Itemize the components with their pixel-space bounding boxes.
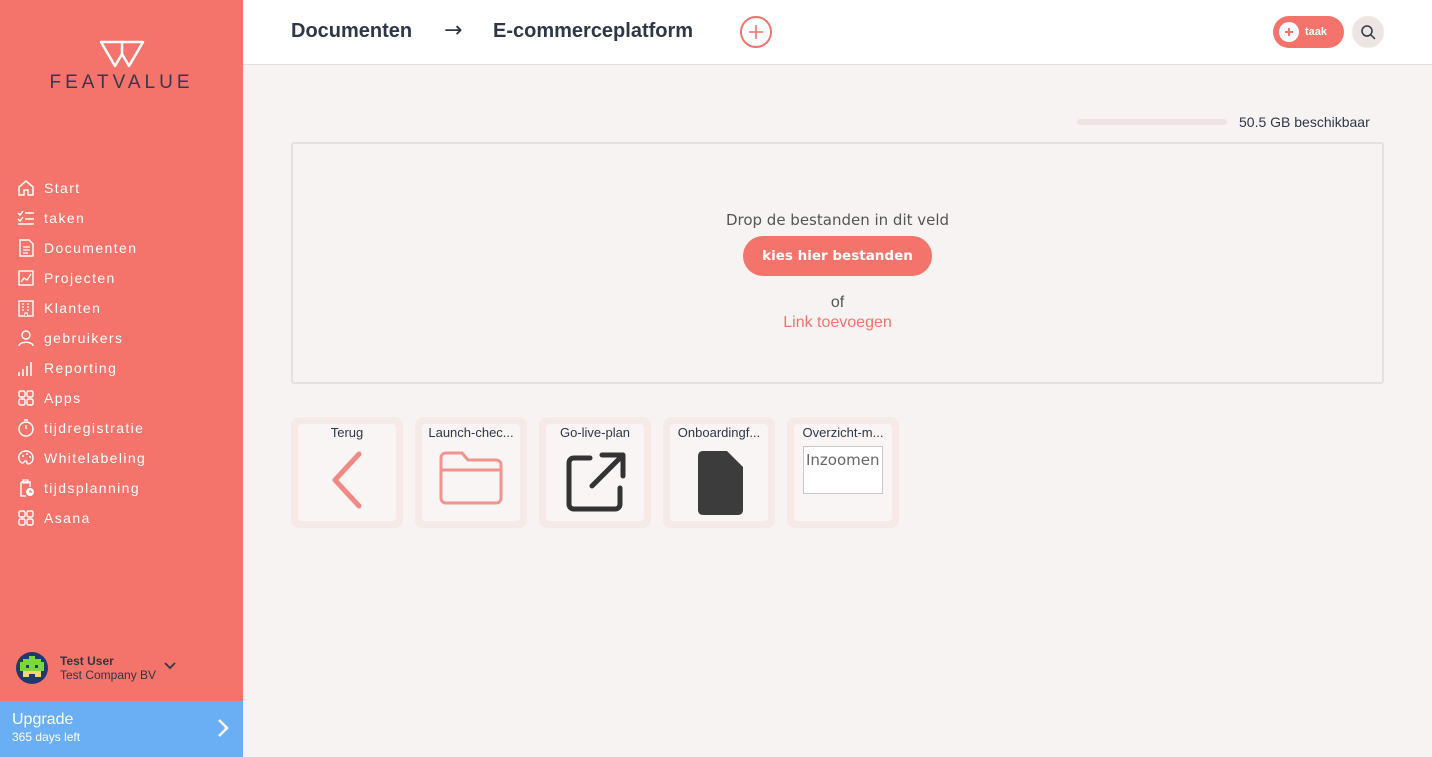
breadcrumb-current: E-commerceplatform (493, 20, 694, 42)
sidebar-item-label: Apps (44, 390, 82, 406)
add-task-label: taak (1305, 26, 1328, 38)
user-icon (16, 328, 36, 348)
tile-name: Terug (330, 425, 364, 440)
apps-icon (16, 508, 36, 528)
storage-indicator: 50.5 GB beschikbaar (1077, 114, 1370, 130)
logo-mark-icon (99, 40, 144, 68)
add-link-button[interactable]: Link toevoegen (293, 314, 1382, 332)
sidebar-nav: Start taken Documenten Projecten Klanten (16, 173, 146, 533)
sidebar-item-asana[interactable]: Asana (16, 503, 146, 533)
tile-folder[interactable]: Launch-chec... (415, 417, 527, 528)
sidebar-item-label: Projecten (44, 270, 116, 286)
apps-icon (16, 388, 36, 408)
chevron-down-icon[interactable] (164, 655, 176, 674)
tile-name: Go-live-plan (559, 425, 631, 440)
clipboard-clock-icon (16, 478, 36, 498)
bar-chart-icon (16, 358, 36, 378)
add-task-button[interactable]: taak (1273, 16, 1344, 48)
sidebar-item-documenten[interactable]: Documenten (16, 233, 146, 263)
tile-file[interactable]: Onboardingf... (663, 417, 775, 528)
sidebar-item-tijdsplanning[interactable]: tijdsplanning (16, 473, 146, 503)
checklist-icon (16, 208, 36, 228)
folder-icon (422, 450, 520, 506)
palette-icon (16, 448, 36, 468)
sidebar-item-reporting[interactable]: Reporting (16, 353, 146, 383)
breadcrumb-arrow: → (444, 18, 463, 43)
sidebar-item-tijdregistratie[interactable]: tijdregistratie (16, 413, 146, 443)
sidebar-item-whitelabeling[interactable]: Whitelabeling (16, 443, 146, 473)
sidebar-item-label: taken (44, 210, 86, 226)
user-name: Test User (60, 654, 114, 668)
sidebar-item-klanten[interactable]: Klanten (16, 293, 146, 323)
sidebar-item-projecten[interactable]: Projecten (16, 263, 146, 293)
upgrade-banner[interactable]: Upgrade 365 days left (0, 701, 243, 757)
add-button[interactable] (740, 16, 772, 48)
dropzone-or: of (830, 294, 845, 311)
sidebar-item-label: tijdsplanning (44, 480, 141, 496)
plus-icon (749, 25, 763, 39)
tile-link[interactable]: Go-live-plan (539, 417, 651, 528)
sidebar-item-start[interactable]: Start (16, 173, 146, 203)
sidebar-item-gebruikers[interactable]: gebruikers (16, 323, 146, 353)
user-company: Test Company BV (60, 668, 157, 682)
chevron-right-icon (217, 718, 229, 742)
image-thumbnail[interactable]: Inzoomen (803, 446, 883, 494)
building-icon (16, 298, 36, 318)
logo[interactable]: FEATVALUE (0, 40, 243, 94)
thumbnail-alt-text: Inzoomen (806, 451, 880, 469)
sidebar-item-label: Whitelabeling (44, 450, 147, 466)
upgrade-days-left: 365 days left (12, 730, 81, 744)
sidebar-item-label: Documenten (44, 240, 138, 256)
tile-name: Overzicht-m... (802, 425, 884, 440)
sidebar-item-taken[interactable]: taken (16, 203, 146, 233)
dropzone-prompt: Drop de bestanden in dit veld (725, 211, 950, 229)
back-chevron-icon (298, 450, 396, 510)
sidebar-item-label: Reporting (44, 360, 118, 376)
stopwatch-icon (16, 418, 36, 438)
choose-files-button[interactable]: kies hier bestanden (743, 236, 932, 276)
storage-bar (1077, 119, 1227, 125)
document-icon (16, 238, 36, 258)
header: Documenten → E-commerceplatform taak (243, 0, 1432, 65)
tile-name: Launch-chec... (428, 425, 514, 440)
sidebar-item-apps[interactable]: Apps (16, 383, 146, 413)
chart-icon (16, 268, 36, 288)
external-link-icon (546, 450, 644, 516)
sidebar-item-label: Start (44, 180, 81, 196)
sidebar-item-label: Klanten (44, 300, 102, 316)
tile-back[interactable]: Terug (291, 417, 403, 528)
breadcrumb-documenten[interactable]: Documenten (291, 20, 412, 43)
sidebar-item-label: Asana (44, 510, 91, 526)
user-menu[interactable]: Test User Test Company BV (16, 652, 176, 684)
logo-text: FEATVALUE (49, 72, 194, 93)
sidebar: FEATVALUE Start taken Documenten Project… (0, 0, 243, 757)
file-dropzone[interactable]: Drop de bestanden in dit veld kies hier … (291, 142, 1384, 384)
sidebar-item-label: tijdregistratie (44, 420, 145, 436)
tile-name: Onboardingf... (677, 425, 761, 440)
search-button[interactable] (1352, 16, 1384, 48)
plus-icon (1279, 22, 1299, 42)
tile-image[interactable]: Overzicht-m... Inzoomen (787, 417, 899, 528)
file-grid: Terug Launch-chec... Go-live-plan Onboar… (291, 417, 911, 528)
upgrade-title: Upgrade (12, 711, 74, 728)
file-icon (670, 450, 768, 516)
sidebar-item-label: gebruikers (44, 330, 124, 346)
search-icon (1361, 25, 1376, 40)
home-icon (16, 178, 36, 198)
storage-text: 50.5 GB beschikbaar (1239, 114, 1370, 130)
avatar (16, 652, 48, 684)
